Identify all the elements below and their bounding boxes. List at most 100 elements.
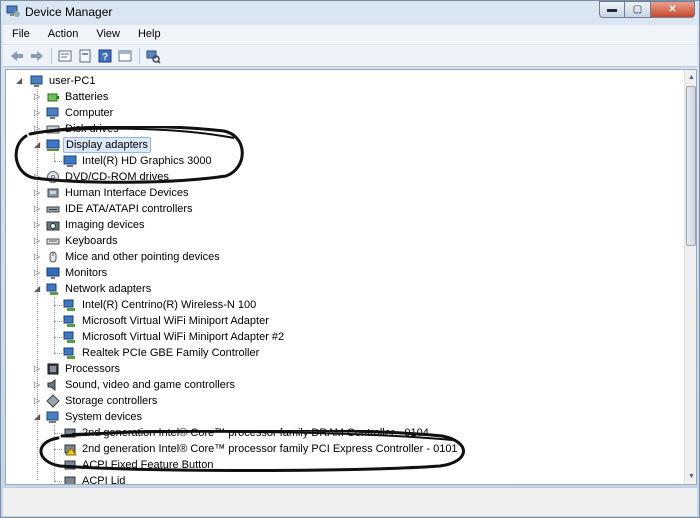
network-icon	[63, 331, 75, 343]
tree-child-microsoft-virtual-wifi-miniport-adapter-2[interactable]: Microsoft Virtual WiFi Miniport Adapter …	[6, 329, 682, 345]
minimize-button[interactable]: ▬	[599, 1, 625, 18]
status-bar	[3, 487, 697, 516]
tree-item-label: Realtek PCIe GBE Family Controller	[82, 347, 260, 359]
toolbar-separator	[51, 47, 52, 64]
keyboard-icon	[46, 238, 60, 245]
tree-item-sound-video-and-game-controllers[interactable]: ▷ Sound, video and game controllers	[6, 377, 682, 393]
collapsed-arrow-icon[interactable]: ▷	[34, 380, 42, 390]
menu-file[interactable]: File	[3, 25, 39, 44]
collapsed-arrow-icon[interactable]: ▷	[34, 204, 42, 214]
tree-item-label: Microsoft Virtual WiFi Miniport Adapter	[82, 315, 269, 327]
update-driver-icon	[79, 49, 91, 62]
network-icon	[63, 315, 75, 327]
battery-icon	[47, 93, 59, 102]
collapsed-arrow-icon[interactable]: ▷	[34, 108, 42, 118]
tree-item-system-devices[interactable]: ◢ System devices	[6, 409, 682, 425]
scan-hardware-button[interactable]	[145, 48, 161, 64]
tree-item-human-interface-devices[interactable]: ▷ Human Interface Devices	[6, 185, 682, 201]
collapsed-arrow-icon[interactable]: ▷	[34, 236, 42, 246]
maximize-button[interactable]: ▢	[625, 1, 651, 18]
processor-icon	[47, 363, 59, 375]
collapsed-arrow-icon[interactable]: ▷	[34, 220, 42, 230]
tree-item-label: Storage controllers	[65, 395, 158, 407]
collapsed-arrow-icon[interactable]: ▷	[34, 92, 42, 102]
collapsed-arrow-icon[interactable]: ▷	[34, 252, 42, 262]
tree-child-realtek-pcie-gbe-family-controller[interactable]: Realtek PCIe GBE Family Controller	[6, 345, 682, 361]
tree-item-label: Batteries	[65, 91, 109, 103]
show-hide-button[interactable]	[117, 48, 133, 64]
svg-text:?: ?	[102, 52, 108, 63]
marker-circle-pci-express	[39, 430, 465, 472]
tree-item-label: Mice and other pointing devices	[65, 251, 220, 263]
vertical-scrollbar[interactable]: ▲ ▼	[684, 70, 696, 484]
tree-child-microsoft-virtual-wifi-miniport-adapter[interactable]: Microsoft Virtual WiFi Miniport Adapter	[6, 313, 682, 329]
tree-item-label: Network adapters	[65, 283, 152, 295]
computer-icon	[46, 107, 59, 119]
tree-item-label: Keyboards	[65, 235, 118, 247]
collapsed-arrow-icon[interactable]: ▷	[34, 268, 42, 278]
expanded-arrow-icon[interactable]: ◢	[34, 412, 42, 422]
tree-item-imaging-devices[interactable]: ▷ Imaging devices	[6, 217, 682, 233]
tree-child-acpi-lid[interactable]: ACPI Lid	[6, 473, 682, 484]
tree-item-processors[interactable]: ▷ Processors	[6, 361, 682, 377]
show-hide-icon	[118, 50, 132, 61]
tree-item-computer[interactable]: ▷ Computer	[6, 105, 682, 121]
back-icon	[11, 50, 23, 61]
maximize-icon: ▢	[632, 4, 643, 15]
tree-item-label: Intel(R) Centrino(R) Wireless-N 100	[82, 299, 257, 311]
tree-item-mice-and-other-pointing-devices[interactable]: ▷ Mice and other pointing devices	[6, 249, 682, 265]
device-tree[interactable]: ◢ user-PC1 ▷ Batteries ▷ Computer ▷ Disk drives…	[5, 69, 697, 485]
toolbar: ?	[3, 45, 697, 67]
arrow-up-icon: ▲	[688, 74, 695, 81]
storage-icon	[46, 394, 60, 408]
arrow-down-icon: ▼	[688, 473, 695, 480]
monitor-icon	[46, 267, 60, 279]
caption-buttons: ▬ ▢ ✕	[599, 1, 695, 18]
collapsed-arrow-icon[interactable]: ▷	[34, 188, 42, 198]
title-bar[interactable]: Device Manager ▬ ▢ ✕	[1, 1, 699, 23]
ide-icon	[46, 206, 60, 213]
tree-item-label: Computer	[65, 107, 114, 119]
tree-item-label: user-PC1	[49, 75, 96, 87]
tree-item-monitors[interactable]: ▷ Monitors	[6, 265, 682, 281]
window-title: Device Manager	[25, 5, 113, 19]
minimize-icon: ▬	[607, 4, 617, 15]
update-driver-button[interactable]	[77, 48, 93, 64]
forward-button[interactable]	[29, 48, 45, 64]
expanded-arrow-icon[interactable]: ◢	[34, 284, 42, 294]
scan-hardware-icon	[146, 50, 161, 64]
scroll-down-button[interactable]: ▼	[685, 469, 696, 484]
network-icon	[63, 347, 75, 359]
tree-item-storage-controllers[interactable]: ▷ Storage controllers	[6, 393, 682, 409]
close-button[interactable]: ✕	[651, 1, 695, 18]
tree-item-network-adapters[interactable]: ◢ Network adapters	[6, 281, 682, 297]
device-manager-window: Device Manager ▬ ▢ ✕ File Action View He…	[0, 0, 700, 518]
collapsed-arrow-icon[interactable]: ▷	[34, 396, 42, 406]
tree-child-intel-r-centrino-r-wireless-n-100[interactable]: Intel(R) Centrino(R) Wireless-N 100	[6, 297, 682, 313]
expanded-arrow-icon[interactable]: ◢	[16, 76, 24, 86]
tree-item-label: Microsoft Virtual WiFi Miniport Adapter …	[82, 331, 285, 343]
tree-item-batteries[interactable]: ▷ Batteries	[6, 89, 682, 105]
scroll-thumb[interactable]	[686, 86, 696, 246]
scroll-up-button[interactable]: ▲	[685, 70, 696, 85]
menu-help[interactable]: Help	[129, 25, 170, 44]
network-icon	[63, 299, 75, 311]
network-icon	[46, 283, 58, 295]
menu-view[interactable]: View	[87, 25, 129, 44]
collapsed-arrow-icon[interactable]: ▷	[34, 364, 42, 374]
tree-item-label: System devices	[65, 411, 143, 423]
back-button[interactable]	[9, 48, 25, 64]
tree-item-label: Processors	[65, 363, 121, 375]
menu-action[interactable]: Action	[39, 25, 88, 44]
tree-item-label: Sound, video and game controllers	[65, 379, 235, 391]
tree-root[interactable]: ◢ user-PC1	[6, 73, 682, 89]
help-button[interactable]: ?	[97, 48, 113, 64]
properties-icon	[58, 50, 72, 61]
tree-item-label: Monitors	[65, 267, 108, 279]
forward-icon	[31, 50, 43, 61]
tree-item-ide-ata-atapi-controllers[interactable]: ▷ IDE ATA/ATAPI controllers	[6, 201, 682, 217]
device-manager-icon	[6, 5, 20, 17]
tree-item-label: IDE ATA/ATAPI controllers	[65, 203, 193, 215]
tree-item-keyboards[interactable]: ▷ Keyboards	[6, 233, 682, 249]
properties-button[interactable]	[57, 48, 73, 64]
